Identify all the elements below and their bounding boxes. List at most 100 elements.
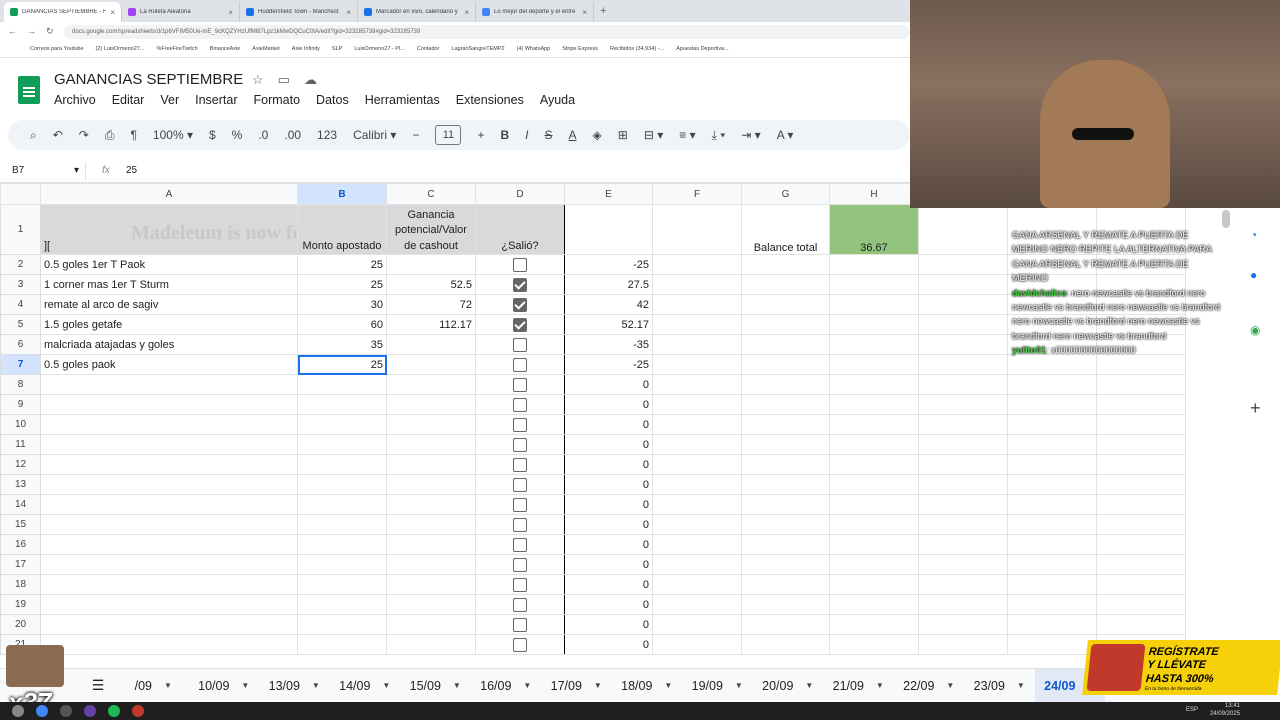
bet-description-cell[interactable] xyxy=(40,454,298,475)
result-cell[interactable] xyxy=(475,434,565,455)
cell[interactable] xyxy=(918,514,1008,535)
close-tab-icon[interactable]: × xyxy=(464,8,469,17)
cell[interactable] xyxy=(652,414,742,435)
potential-gain-cell[interactable] xyxy=(386,254,476,275)
potential-gain-cell[interactable] xyxy=(386,434,476,455)
potential-gain-cell[interactable] xyxy=(386,354,476,375)
cell[interactable] xyxy=(652,454,742,475)
cell[interactable] xyxy=(829,554,919,575)
font-size-decrease-button[interactable]: − xyxy=(412,128,419,142)
bet-description-cell[interactable] xyxy=(40,394,298,415)
increase-decimal-button[interactable]: .00 xyxy=(284,128,301,142)
menu-item[interactable]: Datos xyxy=(316,93,349,107)
result-cell[interactable] xyxy=(475,294,565,315)
header-cell-a[interactable]: Madeleum is now follow][ xyxy=(40,204,298,255)
cell[interactable] xyxy=(1096,414,1186,435)
cell[interactable] xyxy=(829,434,919,455)
start-icon[interactable] xyxy=(12,705,24,717)
bet-description-cell[interactable]: 1 corner mas 1er T Sturm xyxy=(40,274,298,295)
result-cell[interactable] xyxy=(475,614,565,635)
cell[interactable] xyxy=(1096,534,1186,555)
cell[interactable] xyxy=(829,294,919,315)
cell[interactable] xyxy=(741,294,830,315)
cell[interactable] xyxy=(1096,434,1186,455)
paint-format-icon[interactable]: ¶ xyxy=(130,128,136,142)
potential-gain-cell[interactable] xyxy=(386,474,476,495)
cell[interactable] xyxy=(1096,594,1186,615)
cell[interactable] xyxy=(918,334,1008,355)
bet-description-cell[interactable] xyxy=(40,614,298,635)
cell[interactable] xyxy=(1007,434,1097,455)
profit-cell[interactable]: 0 xyxy=(564,594,653,615)
cell[interactable] xyxy=(652,554,742,575)
profit-cell[interactable]: 0 xyxy=(564,454,653,475)
cell[interactable] xyxy=(652,354,742,375)
bet-description-cell[interactable] xyxy=(40,594,298,615)
bet-description-cell[interactable]: 0.5 goles 1er T Paok xyxy=(40,254,298,275)
profit-cell[interactable]: -35 xyxy=(564,334,653,355)
bet-description-cell[interactable] xyxy=(40,374,298,395)
cell[interactable] xyxy=(652,634,742,655)
potential-gain-cell[interactable] xyxy=(386,414,476,435)
bookmark-item[interactable]: (2) LuisOrmeno27... xyxy=(96,46,145,52)
checkbox-checked[interactable] xyxy=(513,277,527,292)
back-icon[interactable]: ← xyxy=(8,26,17,37)
cell[interactable] xyxy=(741,554,830,575)
cell[interactable] xyxy=(652,614,742,635)
potential-gain-cell[interactable] xyxy=(386,514,476,535)
result-cell[interactable] xyxy=(475,534,565,555)
header-cell-b[interactable]: Monto apostado xyxy=(297,204,387,255)
cell[interactable] xyxy=(918,394,1008,415)
row-header[interactable]: 3 xyxy=(0,274,41,295)
cell[interactable] xyxy=(1096,394,1186,415)
menu-item[interactable]: Insertar xyxy=(195,93,237,107)
checkbox-unchecked[interactable] xyxy=(513,477,527,492)
wrap-icon[interactable]: ⇥ ▾ xyxy=(741,128,760,142)
align-icon[interactable]: ≡ ▾ xyxy=(679,128,695,142)
select-all-corner[interactable] xyxy=(0,183,41,205)
amount-cell[interactable] xyxy=(297,454,387,475)
profit-cell[interactable]: -25 xyxy=(564,354,653,375)
row-header[interactable]: 16 xyxy=(0,534,41,555)
menu-item[interactable]: Archivo xyxy=(54,93,96,107)
browser-tab[interactable]: La Ruleta Aleatoria × xyxy=(122,2,240,22)
checkbox-unchecked[interactable] xyxy=(513,597,527,612)
amount-cell[interactable] xyxy=(297,474,387,495)
checkbox-unchecked[interactable] xyxy=(513,377,527,392)
checkbox-unchecked[interactable] xyxy=(513,637,527,652)
clock[interactable]: 13:41 24/09/2025 xyxy=(1210,703,1240,719)
browser-tab[interactable]: Marcador en vivo, calendario y × xyxy=(358,2,476,22)
bookmark-item[interactable]: Contador xyxy=(417,46,440,52)
row-header[interactable]: 12 xyxy=(0,454,41,475)
cell[interactable] xyxy=(918,554,1008,575)
caret-down-icon[interactable]: ▼ xyxy=(312,681,320,690)
amount-cell[interactable]: 60 xyxy=(297,314,387,335)
obs-icon[interactable] xyxy=(132,705,144,717)
caret-down-icon[interactable]: ▼ xyxy=(164,681,172,690)
column-header[interactable]: E xyxy=(564,183,653,205)
search-menus-icon[interactable]: ⌕ xyxy=(30,128,37,143)
checkbox-unchecked[interactable] xyxy=(513,437,527,452)
checkbox-unchecked[interactable] xyxy=(513,337,527,352)
caret-down-icon[interactable]: ▼ xyxy=(664,681,672,690)
cell[interactable] xyxy=(918,414,1008,435)
cell[interactable] xyxy=(1007,494,1097,515)
font-family-select[interactable]: Calibri ▾ xyxy=(353,128,396,142)
bet-description-cell[interactable]: 0.5 goles paok xyxy=(40,354,298,375)
checkbox-checked[interactable] xyxy=(513,317,527,332)
language-indicator[interactable]: ESP xyxy=(1186,707,1198,713)
amount-cell[interactable] xyxy=(297,614,387,635)
amount-cell[interactable] xyxy=(297,494,387,515)
column-header[interactable]: G xyxy=(741,183,830,205)
result-cell[interactable] xyxy=(475,454,565,475)
reload-icon[interactable]: ↻ xyxy=(46,26,54,37)
checkbox-unchecked[interactable] xyxy=(513,517,527,532)
spotify-icon[interactable] xyxy=(108,705,120,717)
bet-description-cell[interactable]: 1.5 goles getafe xyxy=(40,314,298,335)
bet-description-cell[interactable]: malcriada atajadas y goles xyxy=(40,334,298,355)
caret-down-icon[interactable]: ▼ xyxy=(453,681,461,690)
row-header[interactable]: 4 xyxy=(0,294,41,315)
cell[interactable] xyxy=(1007,514,1097,535)
number-format-button[interactable]: 123 xyxy=(317,128,337,142)
cell[interactable] xyxy=(1007,534,1097,555)
